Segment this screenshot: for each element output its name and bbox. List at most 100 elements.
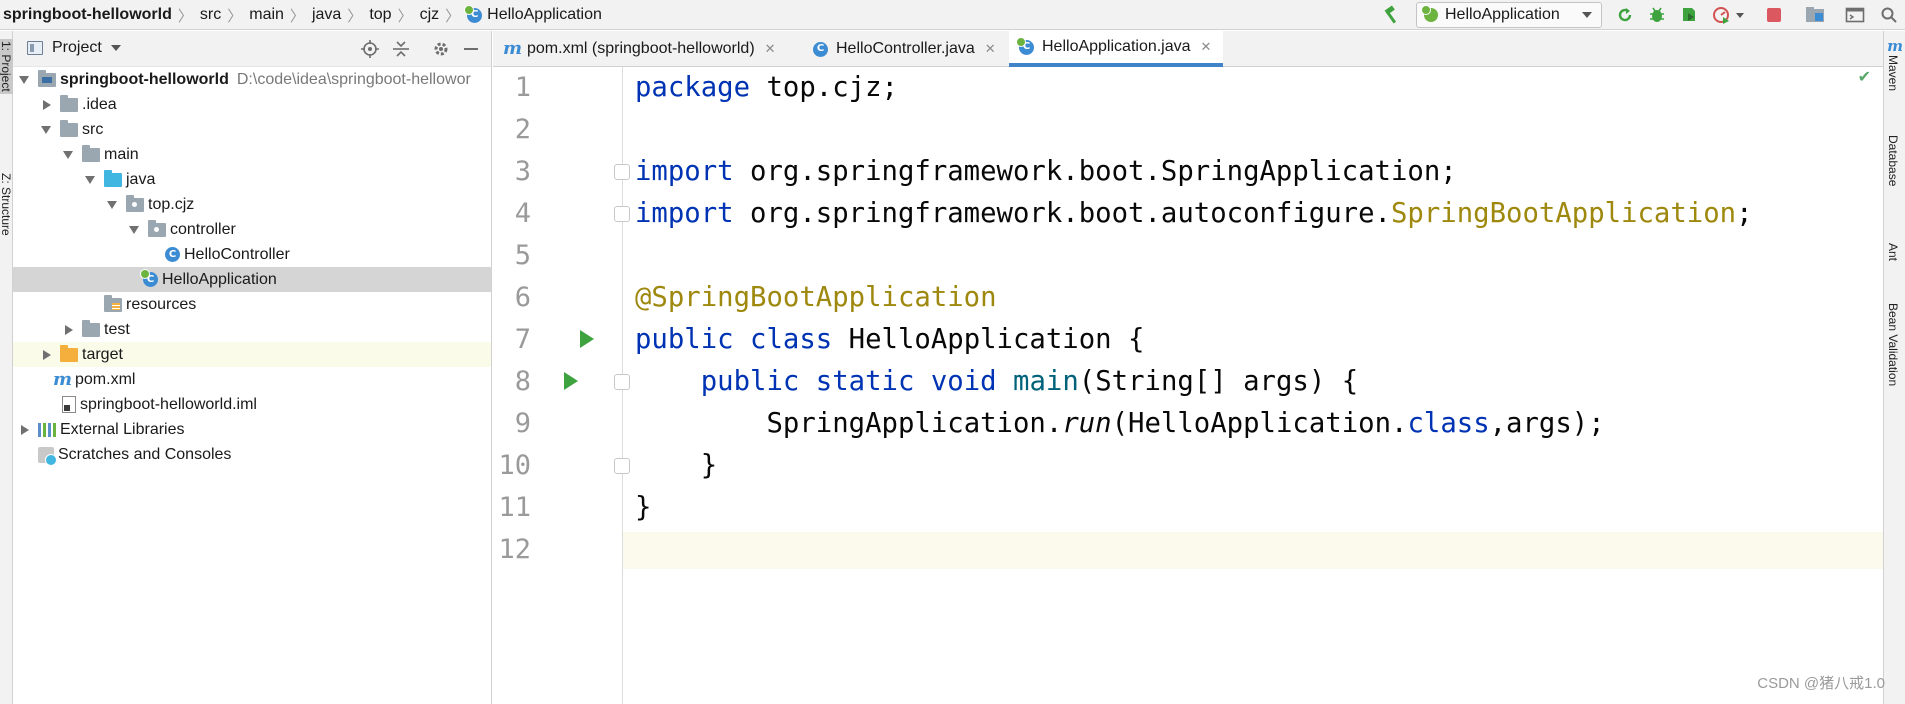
- tree-item-label: resources: [126, 295, 197, 313]
- breadcrumb: springboot-helloworld 〉 src 〉 main 〉 jav…: [0, 0, 602, 30]
- hide-panel-button[interactable]: [461, 39, 481, 59]
- tree-item-idea[interactable]: .idea: [13, 92, 491, 117]
- panel-settings-button[interactable]: [431, 39, 451, 59]
- expand-toggle-icon[interactable]: [17, 424, 31, 435]
- breadcrumb-java[interactable]: java: [312, 6, 341, 24]
- current-line-highlight: [623, 532, 1883, 569]
- expand-toggle-icon[interactable]: [61, 150, 75, 159]
- tree-item-package-controller[interactable]: controller: [13, 217, 491, 242]
- breadcrumb-project[interactable]: springboot-helloworld: [0, 6, 172, 24]
- collapse-all-button[interactable]: [391, 39, 411, 59]
- stop-button[interactable]: [1763, 0, 1785, 30]
- locate-file-button[interactable]: [360, 39, 380, 59]
- expand-toggle-icon[interactable]: [83, 175, 97, 184]
- fold-marker-icon[interactable]: [614, 374, 630, 390]
- breadcrumb-separator-icon: 〉: [347, 7, 363, 25]
- tree-item-iml-file[interactable]: springboot-helloworld.iml: [13, 392, 491, 417]
- tree-item-resources[interactable]: resources: [13, 292, 491, 317]
- inspection-ok-icon[interactable]: ✔: [1858, 67, 1871, 87]
- tab-helloapplication[interactable]: C HelloApplication.java ✕: [1009, 31, 1224, 67]
- code-annotation: @SpringBootApplication: [635, 282, 997, 313]
- tree-item-external-libraries[interactable]: External Libraries: [13, 417, 491, 442]
- profile-options-dropdown[interactable]: [1734, 0, 1746, 30]
- fold-marker-icon[interactable]: [614, 458, 630, 474]
- breadcrumb-class-label: HelloApplication: [487, 6, 602, 23]
- tree-item-src[interactable]: src: [13, 117, 491, 142]
- hammer-icon: [1384, 5, 1397, 24]
- left-tool-stripe: 1: Project Z: Structure: [0, 31, 13, 704]
- project-view-selector[interactable]: Project: [27, 39, 121, 57]
- code-keyword: static: [815, 366, 915, 397]
- project-structure-button[interactable]: [1803, 0, 1827, 30]
- expand-toggle-icon[interactable]: [39, 349, 53, 360]
- breadcrumb-separator-icon: 〉: [397, 7, 413, 25]
- project-tool-window-button[interactable]: 1: Project: [0, 39, 13, 94]
- code-editor[interactable]: ✔ 1 2 3 4 5 6 7 8 9 10 11 12 package top…: [493, 67, 1883, 704]
- search-everywhere-button[interactable]: [1877, 0, 1901, 30]
- code-method-name: main: [1013, 366, 1079, 397]
- expand-toggle-icon[interactable]: [39, 99, 53, 110]
- tree-item-pom-xml[interactable]: m pom.xml: [13, 367, 491, 392]
- run-anything-button[interactable]: [1843, 0, 1867, 30]
- code-keyword: class: [1407, 408, 1490, 439]
- tab-label: pom.xml (springboot-helloworld): [527, 40, 755, 57]
- project-panel-title: Project: [52, 39, 102, 56]
- tree-item-package-top-cjz[interactable]: top.cjz: [13, 192, 491, 217]
- library-icon: [38, 422, 56, 437]
- breadcrumb-src[interactable]: src: [200, 6, 221, 24]
- code-keyword: import: [635, 198, 734, 229]
- tree-item-helloapplication[interactable]: C HelloApplication: [13, 267, 491, 292]
- fold-marker-icon[interactable]: [614, 164, 630, 180]
- run-main-icon[interactable]: [564, 372, 578, 390]
- tree-item-test[interactable]: test: [13, 317, 491, 342]
- tree-item-target[interactable]: target: [13, 342, 491, 367]
- run-configuration-selector[interactable]: HelloApplication: [1416, 2, 1602, 28]
- close-icon[interactable]: ✕: [1201, 39, 1212, 55]
- line-number: 12: [498, 534, 531, 565]
- run-class-icon[interactable]: [580, 330, 594, 348]
- tree-item-label: springboot-helloworld: [60, 70, 229, 88]
- expand-toggle-icon[interactable]: [39, 125, 53, 134]
- maven-icon: m: [503, 38, 523, 59]
- tree-item-java[interactable]: java: [13, 167, 491, 192]
- tab-pom-xml[interactable]: m pom.xml (springboot-helloworld) ✕: [493, 31, 788, 67]
- stop-icon: [1767, 8, 1781, 22]
- profile-button[interactable]: [1710, 0, 1732, 30]
- tree-item-main[interactable]: main: [13, 142, 491, 167]
- code-text: ;: [1736, 198, 1753, 229]
- run-with-coverage-button[interactable]: [1678, 0, 1700, 30]
- tree-item-scratches[interactable]: Scratches and Consoles: [13, 442, 491, 467]
- structure-tool-window-button[interactable]: Z: Structure: [0, 173, 13, 236]
- expand-toggle-icon[interactable]: [127, 225, 141, 234]
- rerun-button[interactable]: [1614, 0, 1636, 30]
- breadcrumb-cjz[interactable]: cjz: [420, 6, 440, 24]
- expand-toggle-icon[interactable]: [105, 200, 119, 209]
- breadcrumb-main[interactable]: main: [249, 6, 284, 24]
- build-button[interactable]: [1380, 0, 1404, 30]
- tab-hellocontroller[interactable]: C HelloController.java ✕: [803, 31, 1008, 67]
- database-tool-window-button[interactable]: Database: [1886, 135, 1900, 186]
- profiler-icon: [1713, 7, 1729, 24]
- class-icon: C: [813, 41, 828, 57]
- tree-item-hellocontroller[interactable]: C HelloController: [13, 242, 491, 267]
- folder-icon: [60, 94, 78, 112]
- expand-toggle-icon[interactable]: [17, 75, 31, 84]
- expand-toggle-icon[interactable]: [61, 324, 75, 335]
- ant-tool-window-button[interactable]: Ant: [1886, 243, 1900, 261]
- breadcrumb-top[interactable]: top: [369, 6, 391, 24]
- line-number: 4: [514, 198, 531, 229]
- debug-button[interactable]: [1646, 0, 1668, 30]
- bean-validation-tool-window-button[interactable]: Bean Validation: [1886, 303, 1900, 386]
- fold-marker-icon[interactable]: [614, 206, 630, 222]
- code-keyword: public: [700, 366, 800, 397]
- chevron-down-icon: [1736, 12, 1744, 18]
- breadcrumb-separator-icon: 〉: [289, 7, 305, 25]
- code-keyword: void: [930, 366, 997, 397]
- tree-item-project-root[interactable]: springboot-helloworld D:\code\idea\sprin…: [13, 67, 491, 92]
- tree-item-label: .idea: [82, 95, 117, 113]
- run-configuration-label: HelloApplication: [1445, 6, 1560, 23]
- close-icon[interactable]: ✕: [765, 41, 776, 57]
- breadcrumb-class[interactable]: C HelloApplication: [464, 4, 602, 24]
- maven-tool-window-button[interactable]: Maven: [1886, 55, 1900, 91]
- close-icon[interactable]: ✕: [985, 41, 996, 57]
